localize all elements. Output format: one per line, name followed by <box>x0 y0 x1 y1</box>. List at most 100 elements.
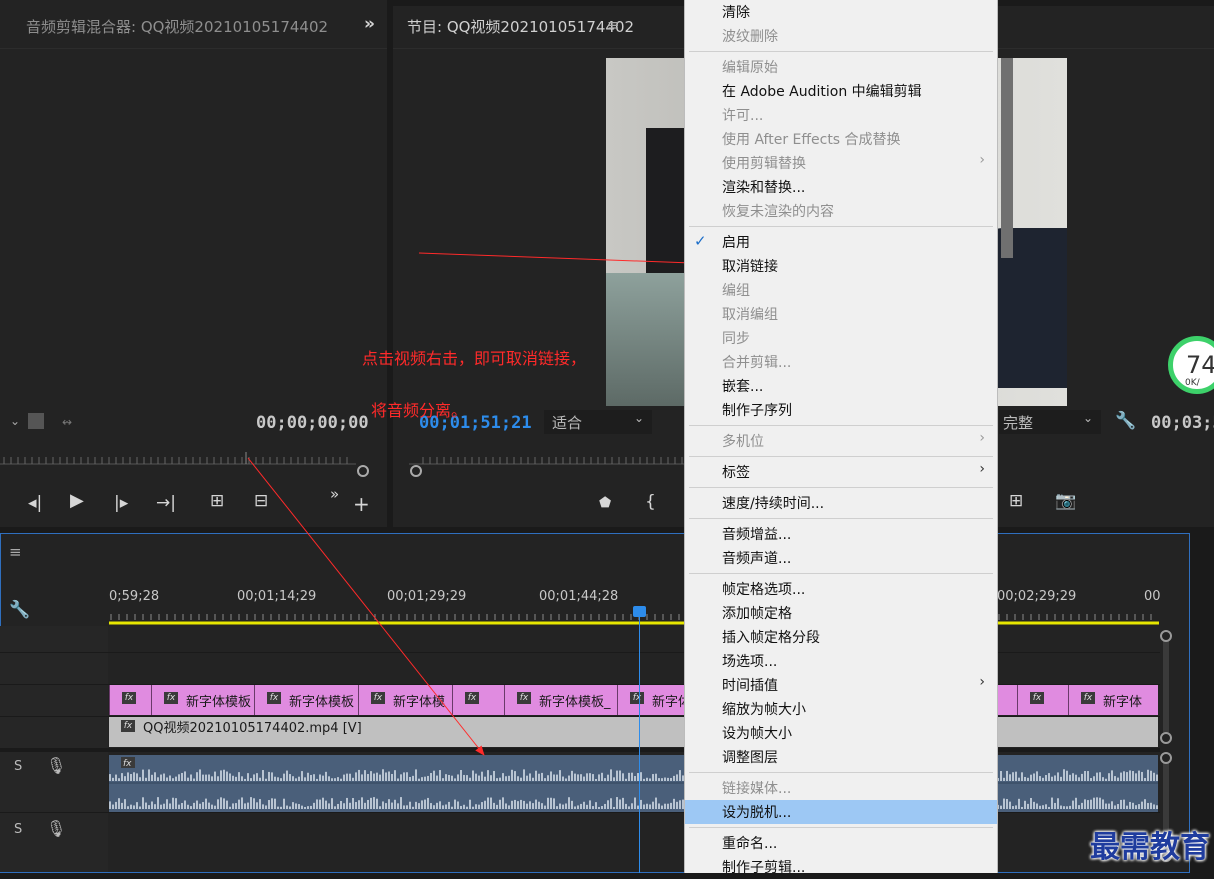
menu-item[interactable]: 设为脱机... <box>685 800 997 824</box>
effect-clip[interactable]: fx <box>1017 685 1068 715</box>
dropdown-chevron-icon[interactable]: ⌄ <box>10 414 20 428</box>
menu-item[interactable]: 制作子剪辑... <box>685 855 997 879</box>
effect-clip[interactable]: fx新字体模板 <box>254 685 358 715</box>
menu-item-label: 速度/持续时间... <box>722 493 824 513</box>
menu-item[interactable]: 制作子序列 <box>685 398 997 422</box>
menu-item[interactable]: ✓启用 <box>685 230 997 254</box>
waveform-bar <box>1141 802 1143 809</box>
wrench-icon[interactable]: 🔧 <box>9 600 30 620</box>
waveform-bar <box>1003 778 1005 781</box>
mic-icon[interactable]: 🎙 <box>46 756 66 775</box>
menu-item[interactable]: 许可... <box>685 103 997 127</box>
effect-clip[interactable]: fx新字体模 <box>358 685 452 715</box>
menu-item[interactable]: 在 Adobe Audition 中编辑剪辑 <box>685 79 997 103</box>
step-forward-icon[interactable]: |▸ <box>114 493 128 513</box>
effect-clip[interactable]: fx新字体 <box>1068 685 1158 715</box>
source-scrub-bar[interactable] <box>0 448 387 478</box>
waveform-bar <box>1090 778 1092 781</box>
add-button-icon[interactable]: + <box>353 494 370 514</box>
camera-icon[interactable]: 📷 <box>1055 491 1076 511</box>
overwrite-icon[interactable]: ⊞ <box>1009 491 1023 511</box>
insert-icon[interactable]: ⊞ <box>210 491 224 511</box>
menu-item[interactable]: 设为帧大小 <box>685 721 997 745</box>
double-chevron-right-icon[interactable]: » <box>364 14 375 34</box>
menu-item[interactable]: 速度/持续时间... <box>685 491 997 515</box>
menu-item[interactable]: 缩放为帧大小 <box>685 697 997 721</box>
waveform-bar <box>487 770 489 781</box>
menu-item[interactable]: 清除 <box>685 0 997 24</box>
menu-item[interactable]: 恢复未渲染的内容 <box>685 199 997 223</box>
more-buttons-icon[interactable]: » <box>330 484 339 504</box>
export-frame-icon[interactable] <box>28 413 44 429</box>
go-to-out-icon[interactable]: →| <box>156 493 176 513</box>
mark-in-bracket-icon[interactable]: { <box>645 492 656 512</box>
waveform-bar <box>1015 772 1017 781</box>
menu-item[interactable]: 调整图层 <box>685 745 997 769</box>
menu-item[interactable]: 取消编组 <box>685 302 997 326</box>
effect-clip[interactable]: fx <box>452 685 504 715</box>
quality-dropdown[interactable]: 完整 ⌄ <box>999 410 1101 434</box>
menu-item[interactable]: 合并剪辑... <box>685 350 997 374</box>
menu-item[interactable]: 同步 <box>685 326 997 350</box>
wrench-settings-icon[interactable]: ↭ <box>62 415 72 429</box>
menu-item[interactable]: 链接媒体... <box>685 776 997 800</box>
menu-item[interactable]: 时间插值› <box>685 673 997 697</box>
waveform-bar <box>1135 805 1137 809</box>
effect-clip[interactable]: fx新字体模板 <box>151 685 254 715</box>
hamburger-icon[interactable]: ≡ <box>9 542 22 562</box>
waveform-bar <box>1132 771 1134 781</box>
fit-dropdown[interactable]: 适合 ⌄ <box>544 410 652 434</box>
source-timecode[interactable]: 00;00;00;00 <box>256 413 369 433</box>
network-value: 74 <box>1186 351 1214 379</box>
mic-icon[interactable]: 🎙 <box>46 819 66 838</box>
menu-item[interactable]: 音频增益... <box>685 522 997 546</box>
effect-clip[interactable]: fx新字体 <box>617 685 685 715</box>
waveform-bar <box>1036 803 1038 809</box>
audio-clip[interactable]: fx <box>109 755 1158 812</box>
waveform-bar <box>661 806 663 809</box>
solo-toggle[interactable]: S <box>14 822 22 837</box>
menu-item[interactable]: 编组 <box>685 278 997 302</box>
waveform-bar <box>283 799 285 809</box>
menu-item[interactable]: 波纹删除 <box>685 24 997 48</box>
waveform-bar <box>265 779 267 781</box>
menu-item[interactable]: 帧定格选项... <box>685 577 997 601</box>
menu-item[interactable]: 音频声道... <box>685 546 997 570</box>
menu-item[interactable]: 插入帧定格分段 <box>685 625 997 649</box>
menu-item[interactable]: 标签› <box>685 460 997 484</box>
waveform-bar <box>313 774 315 781</box>
menu-item[interactable]: 嵌套... <box>685 374 997 398</box>
waveform-bar <box>427 798 429 809</box>
waveform-bar <box>142 797 144 809</box>
menu-item[interactable]: 取消链接 <box>685 254 997 278</box>
menu-item[interactable]: 渲染和替换... <box>685 175 997 199</box>
menu-item-label: 添加帧定格 <box>722 603 792 623</box>
wrench-icon[interactable]: 🔧 <box>1115 411 1136 431</box>
menu-item-label: 制作子剪辑... <box>722 857 805 877</box>
menu-item[interactable]: 使用 After Effects 合成替换 <box>685 127 997 151</box>
hamburger-icon[interactable]: ≡ <box>607 15 620 35</box>
playhead-line[interactable] <box>639 615 640 873</box>
step-back-icon[interactable]: ◂| <box>28 493 42 513</box>
effect-clip[interactable] <box>996 685 1017 715</box>
overwrite-icon[interactable]: ⊟ <box>254 491 268 511</box>
marker-icon[interactable]: ⬟ <box>599 493 611 513</box>
menu-item[interactable]: 重命名... <box>685 831 997 855</box>
waveform-bar <box>415 802 417 809</box>
menu-item[interactable]: 使用剪辑替换› <box>685 151 997 175</box>
solo-toggle[interactable]: S <box>14 759 22 774</box>
waveform-bar <box>490 775 492 781</box>
menu-item[interactable]: 场选项... <box>685 649 997 673</box>
video-clip[interactable]: fx QQ视频20210105174402.mp4 [V] <box>109 717 1158 747</box>
play-icon[interactable]: ▶ <box>70 491 84 511</box>
waveform-bar <box>1105 804 1107 809</box>
waveform-bar <box>481 802 483 809</box>
effect-clip[interactable]: fx新字体模板_ <box>504 685 617 715</box>
effect-clip[interactable]: fx <box>109 685 151 715</box>
menu-item[interactable]: 添加帧定格 <box>685 601 997 625</box>
menu-item[interactable]: 编辑原始 <box>685 55 997 79</box>
waveform-bar <box>598 807 600 809</box>
program-title[interactable]: 节目: QQ视频20210105174402 <box>407 16 634 37</box>
audio-mixer-title[interactable]: 音频剪辑混合器: QQ视频20210105174402 <box>26 16 328 37</box>
menu-item[interactable]: 多机位› <box>685 429 997 453</box>
